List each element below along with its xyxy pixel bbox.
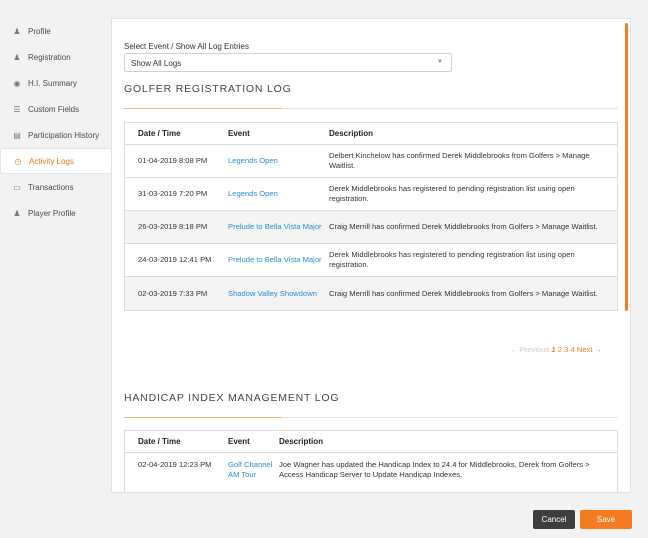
row-description: Derek Middlebrooks has registered to pen… [329,184,575,203]
event-link[interactable]: Prelude to Bella Vista Major [228,255,322,264]
person-icon: ♟ [13,26,21,36]
sidebar-item-profile[interactable]: ♟ Profile [0,18,111,44]
sidebar-item-label: Participation History [28,130,100,140]
pagination-page-2[interactable]: 2 [558,345,562,354]
row-date: 26-03-2019 8:18 PM [138,222,208,231]
filter-label: Select Event / Show All Log Entries [124,42,249,51]
golfer-registration-log-table: Date / Time Event Description 01-04-2019… [124,122,618,311]
sidebar-item-custom-fields[interactable]: ☰ Custom Fields [0,96,111,122]
sidebar-item-label: Activity Logs [29,156,74,166]
column-header-date: Date / Time [138,437,181,446]
sidebar-item-label: H.I. Summary [28,78,77,88]
section-divider [124,108,618,109]
event-link[interactable]: Prelude to Bella Vista Major [228,222,322,231]
table-row: 02-03-2019 7:33 PM Shadow Valley Showdow… [125,277,617,310]
sidebar-item-label: Custom Fields [28,104,80,114]
table-row: 31-03-2019 7:20 PM Legends Open Derek Mi… [125,178,617,211]
row-date: 24-03-2019 12:41 PM [138,255,212,264]
sidebar-item-hi-summary[interactable]: ◉ H.I. Summary [0,70,111,96]
row-date: 31-03-2019 7:20 PM [138,189,208,198]
pagination-next[interactable]: Next → [577,345,602,354]
table-row: 24-03-2019 12:41 PM Prelude to Bella Vis… [125,244,617,277]
row-description: Craig Merrill has confirmed Derek Middle… [329,288,598,298]
sidebar-item-registration[interactable]: ♟ Registration [0,44,111,70]
event-link[interactable]: Legends Open [228,156,278,165]
table-row: 01-04-2019 8:08 PM Legends Open Delbert … [125,145,617,178]
sidebar-item-player-profile[interactable]: ♟ Player Profile [0,200,111,226]
column-header-event: Event [228,437,250,446]
sidebar-item-label: Player Profile [28,208,76,218]
table-header: Date / Time Event Description [125,123,617,145]
map-pin-icon: ◉ [13,78,21,88]
sidebar-item-label: Transactions [28,182,74,192]
handicap-log-title: HANDICAP INDEX MANAGEMENT LOG [124,392,340,404]
row-date: 01-04-2019 8:08 PM [138,156,208,165]
calendar-icon: ▤ [13,130,21,140]
cancel-button[interactable]: Cancel [533,510,575,529]
section-divider [124,417,618,418]
credit-card-icon: ▭ [13,182,21,192]
log-filter-select[interactable]: Show All Logs ▼ [124,53,452,72]
golfer-registration-log-title: GOLFER REGISTRATION LOG [124,83,292,95]
sidebar-item-transactions[interactable]: ▭ Transactions [0,174,111,200]
golfer-icon: ♟ [13,208,21,218]
column-header-description: Description [279,437,324,446]
row-date: 02-04-2019 12:23 PM [138,460,212,469]
row-description: Joe Wagner has updated the Handicap Inde… [279,460,590,479]
handicap-log-table: Date / Time Event Description 02-04-2019… [124,430,618,492]
sidebar-item-label: Registration [28,52,71,62]
event-link[interactable]: Shadow Valley Showdown [228,289,317,298]
sidebar-item-participation-history[interactable]: ▤ Participation History [0,122,111,148]
select-value: Show All Logs [131,59,182,68]
person-add-icon: ♟ [13,52,21,62]
column-header-event: Event [228,129,250,138]
event-link[interactable]: Golf Channel AM Tour [228,460,272,479]
sidebar-item-label: Profile [28,26,51,36]
sidebar-item-activity-logs[interactable]: ◷ Activity Logs [0,148,111,174]
pagination-previous: ← Previous [510,345,550,354]
list-icon: ☰ [13,104,21,114]
event-link[interactable]: Legends Open [228,189,278,198]
sidebar: ♟ Profile ♟ Registration ◉ H.I. Summary … [0,18,111,226]
row-description: Craig Merrill has confirmed Derek Middle… [329,222,598,231]
activity-logs-panel: Select Event / Show All Log Entries Show… [111,18,631,493]
row-description: Derek Middlebrooks has registered to pen… [329,250,575,269]
table-header: Date / Time Event Description [125,431,617,453]
row-date: 02-03-2019 7:33 PM [138,288,208,298]
chevron-down-icon: ▼ [437,59,443,65]
save-button[interactable]: Save [580,510,632,529]
column-header-description: Description [329,129,374,138]
pagination: ← Previous 1 2 3 4 Next → [510,345,602,354]
table-row: 02-04-2019 12:23 PM Golf Channel AM Tour… [125,453,617,492]
row-description: Delbert Kinchelow has confirmed Derek Mi… [329,151,590,170]
column-header-date: Date / Time [138,129,181,138]
clock-icon: ◷ [14,156,22,166]
scrollbar[interactable] [625,23,628,311]
pagination-page-4[interactable]: 4 [570,345,574,354]
pagination-page-3[interactable]: 3 [564,345,568,354]
table-row: 26-03-2019 8:18 PM Prelude to Bella Vist… [125,211,617,244]
pagination-page-1[interactable]: 1 [551,345,555,354]
